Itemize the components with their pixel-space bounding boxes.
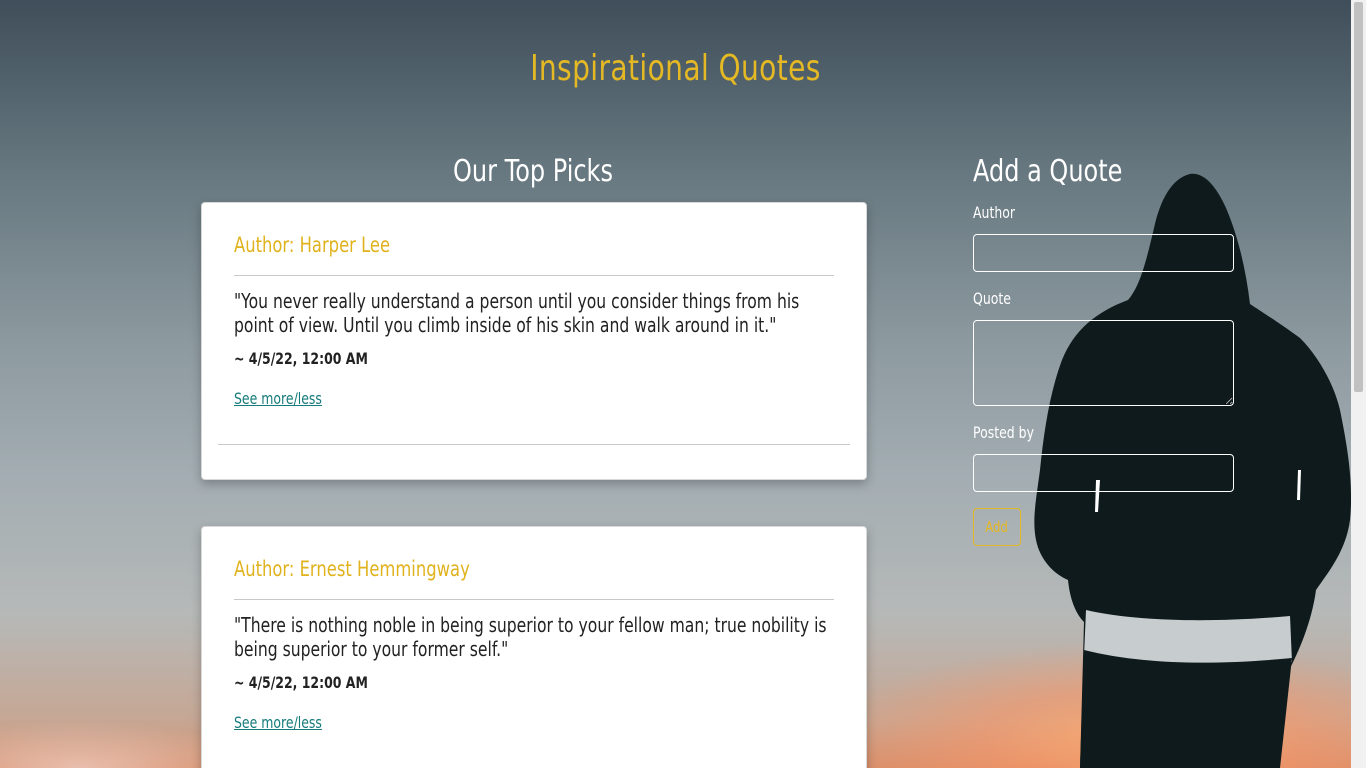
quote-date: ~ 4/5/22, 12:00 AM bbox=[234, 673, 368, 692]
quote-text: "You never really understand a person un… bbox=[234, 289, 800, 337]
posted-by-input[interactable] bbox=[973, 454, 1234, 492]
quote-date: ~ 4/5/22, 12:00 AM bbox=[234, 349, 368, 368]
add-quote-heading: Add a Quote bbox=[973, 154, 1123, 189]
scrollbar-thumb[interactable] bbox=[1354, 2, 1363, 392]
quote-card: Author: Ernest Hemmingway "There is noth… bbox=[201, 526, 867, 768]
quote-author: Author: Ernest Hemmingway bbox=[234, 557, 470, 581]
author-label: Author bbox=[973, 203, 1016, 222]
card-footer-divider bbox=[218, 444, 850, 445]
posted-by-label: Posted by bbox=[973, 423, 1034, 442]
add-button[interactable]: Add bbox=[973, 508, 1021, 546]
add-button-label: Add bbox=[985, 518, 1009, 536]
quote-text: "There is nothing noble in being superio… bbox=[234, 613, 827, 661]
page-title: Inspirational Quotes bbox=[530, 48, 821, 89]
divider bbox=[234, 599, 834, 600]
quote-label: Quote bbox=[973, 289, 1011, 308]
page-scrollbar[interactable] bbox=[1351, 0, 1366, 768]
quote-card: Author: Harper Lee "You never really und… bbox=[201, 202, 867, 480]
author-input[interactable] bbox=[973, 234, 1234, 272]
top-picks-heading: Our Top Picks bbox=[453, 154, 613, 189]
quote-textarea[interactable] bbox=[973, 320, 1234, 406]
see-more-link[interactable]: See more/less bbox=[234, 713, 322, 732]
see-more-link[interactable]: See more/less bbox=[234, 389, 322, 408]
divider bbox=[234, 275, 834, 276]
quote-author: Author: Harper Lee bbox=[234, 233, 391, 257]
background-sunset-glow bbox=[820, 640, 1360, 768]
